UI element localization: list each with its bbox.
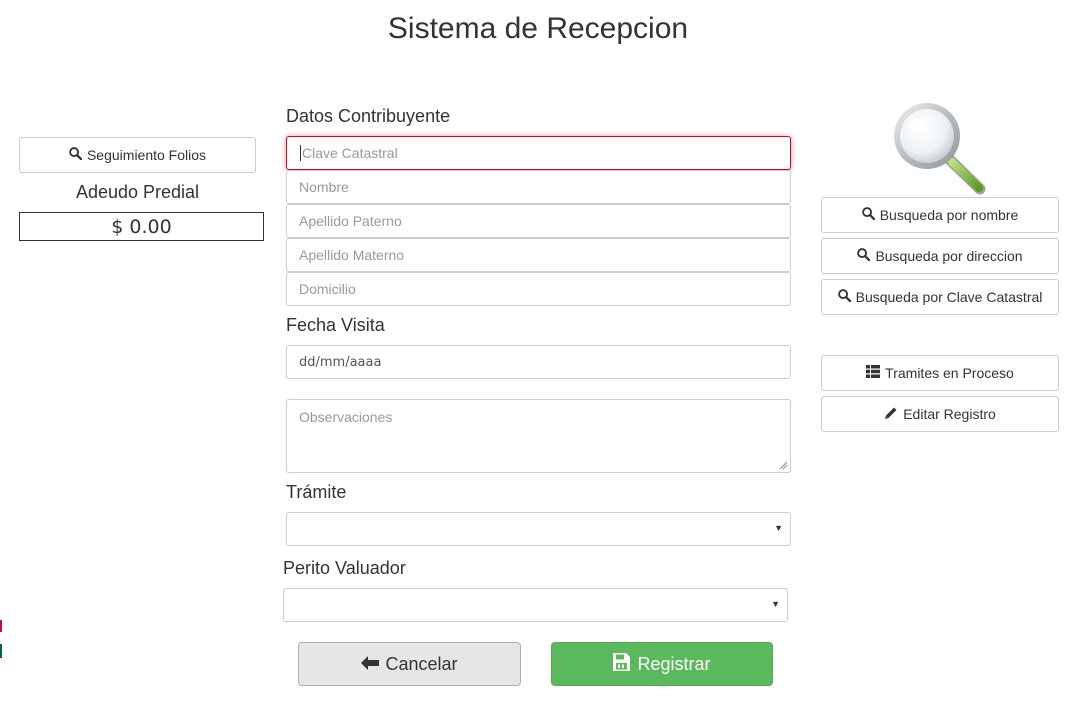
nombre-placeholder: Nombre — [299, 179, 349, 195]
editar-registro-button[interactable]: Editar Registro — [821, 396, 1059, 432]
editar-registro-label: Editar Registro — [903, 406, 996, 422]
list-icon — [866, 365, 881, 381]
apellido-materno-input[interactable]: Apellido Materno — [286, 238, 791, 272]
nombre-input[interactable]: Nombre — [286, 170, 791, 204]
caret-down-icon: ▼ — [771, 599, 780, 609]
caret-down-icon: ▼ — [774, 523, 783, 533]
clave-catastral-placeholder: Clave Catastral — [302, 145, 398, 161]
page-title: Sistema de Recepcion — [387, 12, 689, 45]
fecha-visita-label: Fecha Visita — [286, 315, 385, 335]
domicilio-input[interactable]: Domicilio — [286, 272, 791, 306]
fecha-visita-value: dd/mm/aaaa — [299, 354, 382, 370]
resize-grip-icon[interactable] — [779, 461, 788, 470]
search-icon — [861, 207, 875, 223]
perito-valuador-select[interactable]: ▼ — [283, 588, 788, 622]
busqueda-clave-label: Busqueda por Clave Catastral — [855, 289, 1043, 305]
tramites-en-proceso-label: Tramites en Proceso — [885, 365, 1014, 381]
busqueda-clave-catastral-button[interactable]: Busqueda por Clave Catastral — [821, 279, 1059, 315]
registrar-button[interactable]: Registrar — [551, 642, 773, 686]
busqueda-direccion-label: Busqueda por direccion — [875, 248, 1023, 264]
magnifier-illustration — [888, 98, 990, 196]
fecha-visita-input[interactable]: dd/mm/aaaa — [286, 345, 791, 379]
seguimiento-folios-label: Seguimiento Folios — [86, 147, 207, 163]
perito-valuador-label: Perito Valuador — [283, 558, 406, 578]
register-label: Registrar — [637, 653, 711, 674]
adeudo-predial-value: $ 0.00 — [19, 212, 264, 241]
busqueda-direccion-button[interactable]: Busqueda por direccion — [821, 238, 1059, 274]
domicilio-placeholder: Domicilio — [299, 281, 356, 297]
busqueda-nombre-label: Busqueda por nombre — [879, 207, 1019, 223]
observaciones-placeholder: Observaciones — [299, 409, 393, 425]
search-icon — [857, 248, 871, 264]
adeudo-predial-label: Adeudo Predial — [75, 182, 200, 202]
cancel-button[interactable]: Cancelar — [298, 642, 521, 686]
save-icon — [613, 652, 631, 676]
clave-catastral-input[interactable]: Clave Catastral — [286, 136, 791, 170]
busqueda-nombre-button[interactable]: Busqueda por nombre — [821, 197, 1059, 233]
observaciones-textarea[interactable]: Observaciones — [286, 399, 791, 473]
arrow-left-icon — [361, 654, 380, 675]
apellido-materno-placeholder: Apellido Materno — [299, 247, 405, 263]
edge-mark — [0, 620, 2, 658]
tramite-select[interactable]: ▼ — [286, 512, 791, 546]
datos-contribuyente-heading: Datos Contribuyente — [286, 106, 451, 126]
tramite-label: Trámite — [286, 482, 347, 502]
pencil-icon — [884, 406, 898, 423]
text-caret — [300, 145, 301, 161]
search-icon — [69, 147, 83, 163]
seguimiento-folios-button[interactable]: Seguimiento Folios — [19, 137, 256, 173]
tramites-en-proceso-button[interactable]: Tramites en Proceso — [821, 355, 1059, 391]
cancel-label: Cancelar — [385, 653, 458, 674]
apellido-paterno-input[interactable]: Apellido Paterno — [286, 204, 791, 238]
apellido-paterno-placeholder: Apellido Paterno — [299, 213, 402, 229]
search-icon — [837, 289, 851, 305]
